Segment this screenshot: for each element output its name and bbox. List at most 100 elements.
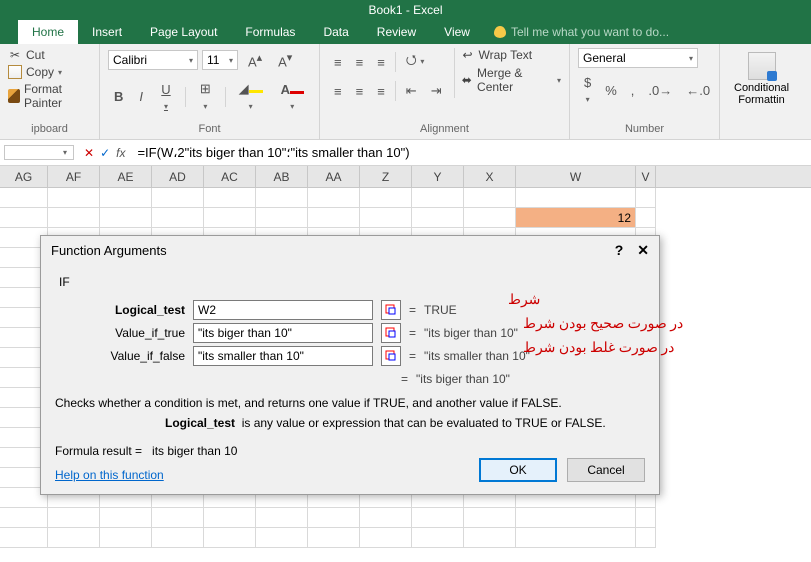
arg-input-value-if-false[interactable] — [193, 346, 373, 366]
cancel-button[interactable]: Cancel — [567, 458, 645, 482]
cell[interactable] — [100, 528, 152, 548]
col-header-V[interactable]: V — [636, 166, 656, 187]
col-header-AD[interactable]: AD — [152, 166, 204, 187]
cell[interactable] — [412, 188, 464, 208]
cell[interactable] — [308, 208, 360, 228]
cell[interactable]: 12 — [516, 208, 636, 228]
col-header-X[interactable]: X — [464, 166, 516, 187]
cell[interactable] — [516, 188, 636, 208]
cell[interactable] — [0, 528, 48, 548]
align-center-button[interactable]: ≡ — [350, 81, 370, 102]
font-name-combo[interactable]: Calibri▾ — [108, 50, 198, 70]
cell[interactable] — [636, 188, 656, 208]
decrease-decimal-button[interactable]: ←.0 — [680, 80, 716, 101]
cell[interactable] — [516, 528, 636, 548]
cell[interactable] — [464, 208, 516, 228]
cell[interactable] — [636, 508, 656, 528]
cell[interactable] — [412, 528, 464, 548]
tell-me-box[interactable]: Tell me what you want to do... — [484, 20, 679, 44]
col-header-AF[interactable]: AF — [48, 166, 100, 187]
col-header-Z[interactable]: Z — [360, 166, 412, 187]
cell[interactable] — [360, 188, 412, 208]
align-top-button[interactable]: ≡ — [328, 52, 348, 73]
percent-button[interactable]: % — [599, 80, 623, 101]
format-painter-button[interactable]: Format Painter — [8, 82, 91, 110]
cell[interactable] — [308, 528, 360, 548]
cell[interactable] — [100, 188, 152, 208]
cell[interactable] — [308, 508, 360, 528]
border-button[interactable]: ⊞ ▾ — [192, 78, 219, 115]
align-left-button[interactable]: ≡ — [328, 81, 348, 102]
decrease-font-button[interactable]: A▾ — [272, 48, 298, 72]
tab-review[interactable]: Review — [363, 20, 430, 44]
col-header-Y[interactable]: Y — [412, 166, 464, 187]
merge-center-button[interactable]: ⬌Merge & Center ▾ — [461, 66, 562, 94]
cell[interactable] — [256, 208, 308, 228]
cell[interactable] — [412, 208, 464, 228]
number-format-combo[interactable]: General▾ — [578, 48, 698, 68]
cell[interactable] — [636, 208, 656, 228]
collapse-dialog-button-3[interactable] — [381, 346, 401, 366]
dialog-help-icon[interactable]: ? — [615, 242, 624, 259]
arg-input-logical-test[interactable] — [193, 300, 373, 320]
cell[interactable] — [360, 508, 412, 528]
cell[interactable] — [308, 188, 360, 208]
cell[interactable] — [0, 208, 48, 228]
formula-input[interactable] — [131, 143, 811, 162]
italic-button[interactable]: I — [133, 86, 149, 107]
cell[interactable] — [48, 208, 100, 228]
cell[interactable] — [204, 508, 256, 528]
col-header-AE[interactable]: AE — [100, 166, 152, 187]
orientation-button[interactable]: ⭯ ▾ — [400, 48, 431, 76]
arg-input-value-if-true[interactable] — [193, 323, 373, 343]
increase-indent-button[interactable]: ⇥ — [425, 80, 448, 102]
cell[interactable] — [100, 508, 152, 528]
cell[interactable] — [204, 188, 256, 208]
insert-function-icon[interactable]: fx — [116, 146, 125, 160]
cell[interactable] — [152, 208, 204, 228]
cell[interactable] — [152, 188, 204, 208]
copy-button[interactable]: Copy ▾ — [8, 65, 91, 79]
cell[interactable] — [360, 528, 412, 548]
align-right-button[interactable]: ≡ — [371, 81, 391, 102]
col-header-AC[interactable]: AC — [204, 166, 256, 187]
cell[interactable] — [0, 508, 48, 528]
conditional-formatting-button[interactable]: Conditional Formattin — [728, 48, 795, 110]
cut-button[interactable]: ✂Cut — [8, 48, 91, 62]
cancel-formula-icon[interactable]: ✕ — [84, 146, 94, 160]
tab-data[interactable]: Data — [309, 20, 362, 44]
cell[interactable] — [256, 528, 308, 548]
cell[interactable] — [48, 528, 100, 548]
tab-insert[interactable]: Insert — [78, 20, 136, 44]
col-header-AA[interactable]: AA — [308, 166, 360, 187]
accounting-format-button[interactable]: $ ▾ — [578, 72, 597, 108]
enter-formula-icon[interactable]: ✓ — [100, 146, 110, 160]
col-header-AG[interactable]: AG — [0, 166, 48, 187]
cell[interactable] — [152, 528, 204, 548]
comma-button[interactable]: , — [625, 80, 641, 101]
cell[interactable] — [48, 188, 100, 208]
cell[interactable] — [516, 508, 636, 528]
cell[interactable] — [464, 508, 516, 528]
col-header-W[interactable]: W — [516, 166, 636, 187]
tab-page-layout[interactable]: Page Layout — [136, 20, 231, 44]
underline-button[interactable]: U ▾ — [153, 79, 179, 115]
tab-view[interactable]: View — [430, 20, 484, 44]
name-box[interactable]: ▾ — [4, 145, 74, 160]
cell[interactable] — [204, 208, 256, 228]
file-tab-edge[interactable] — [4, 34, 18, 44]
cell[interactable] — [636, 528, 656, 548]
cell[interactable] — [360, 208, 412, 228]
cell[interactable] — [152, 508, 204, 528]
tab-home[interactable]: Home — [18, 20, 78, 44]
cell[interactable] — [204, 528, 256, 548]
cell[interactable] — [464, 188, 516, 208]
cell[interactable] — [48, 508, 100, 528]
cell[interactable] — [464, 528, 516, 548]
font-size-combo[interactable]: 11▾ — [202, 50, 238, 70]
fill-color-button[interactable]: ◢ ▾ — [232, 78, 270, 115]
increase-font-button[interactable]: A▴ — [242, 48, 268, 72]
font-color-button[interactable]: A ▾ — [274, 79, 311, 115]
decrease-indent-button[interactable]: ⇤ — [400, 80, 423, 102]
cell[interactable] — [0, 188, 48, 208]
